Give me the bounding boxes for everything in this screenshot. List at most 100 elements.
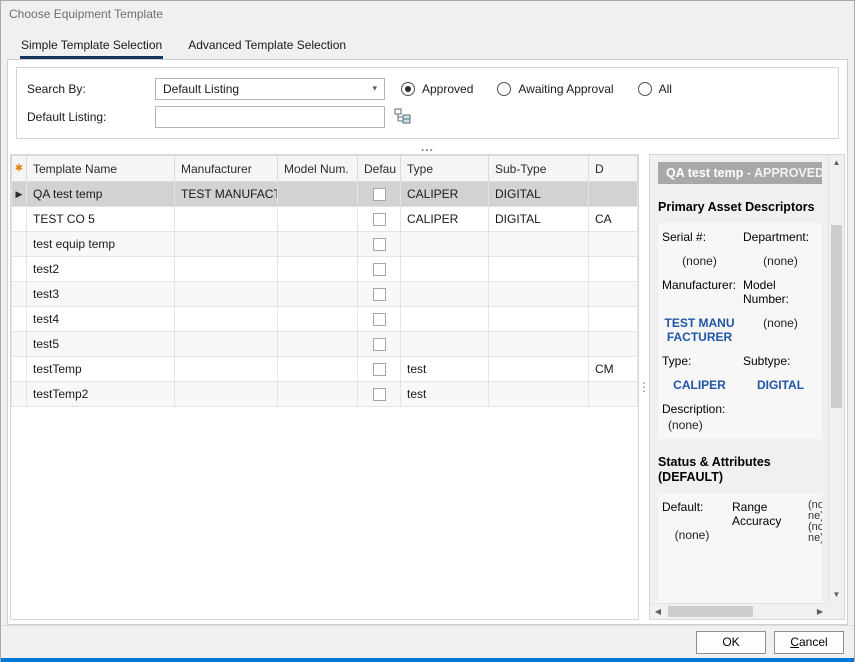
cell-type [401,332,489,357]
chevron-down-icon: ▾ [372,83,377,94]
listing-grid-icon [394,112,411,127]
radio-awaiting-approval[interactable]: Awaiting Approval [497,82,613,96]
cell-template-name: test5 [27,332,175,357]
scroll-right-icon[interactable]: ▶ [812,604,828,620]
radio-unselected-icon [638,82,652,96]
table-row[interactable]: testTemp test CM [12,357,638,382]
tab-advanced-template-selection[interactable]: Advanced Template Selection [178,32,356,59]
cell-description: CA [589,207,638,232]
cell-template-name: testTemp [27,357,175,382]
grid-header-row: ✱ Template Name Manufacturer Model Num. … [12,156,638,182]
department-value: (none) [743,254,818,268]
cell-description [589,282,638,307]
scroll-up-icon[interactable]: ▲ [829,155,845,171]
default-checkbox[interactable] [373,288,386,301]
serial-value: (none) [662,254,737,268]
table-row[interactable]: test equip temp [12,232,638,257]
cell-template-name: test2 [27,257,175,282]
table-row[interactable]: testTemp2 test [12,382,638,407]
choose-equipment-template-dialog: Choose Equipment Template Simple Templat… [0,0,855,662]
horizontal-scroll-thumb[interactable] [668,606,753,617]
table-row[interactable]: ▶ QA test temp TEST MANUFACTURER CALIPER… [12,182,638,207]
column-header-manufacturer[interactable]: Manufacturer [175,156,278,182]
model-number-label: Model Number: [743,278,818,306]
cell-manufacturer [175,207,278,232]
vertical-scroll-track[interactable] [829,171,844,587]
default-checkbox[interactable] [373,188,386,201]
default-checkbox[interactable] [373,238,386,251]
vertical-scroll-thumb[interactable] [831,225,842,408]
cell-manufacturer [175,382,278,407]
table-row[interactable]: TEST CO 5 CALIPER DIGITAL CA [12,207,638,232]
cell-model [278,382,358,407]
tab-bar: Simple Template Selection Advanced Templ… [1,27,854,59]
default-checkbox[interactable] [373,213,386,226]
details-vertical-scrollbar[interactable]: ▲ ▼ [828,155,844,603]
cell-subtype: DIGITAL [489,207,589,232]
cell-description [589,257,638,282]
column-header-default[interactable]: Defau [358,156,401,182]
horizontal-splitter-handle[interactable]: ... [8,139,847,154]
scroll-down-icon[interactable]: ▼ [829,587,845,603]
type-label: Type: [662,354,737,368]
cell-manufacturer [175,332,278,357]
default-listing-label: Default Listing: [27,110,155,124]
status-attributes-heading: Status & Attributes (DEFAULT) [658,455,822,486]
cancel-button[interactable]: Cancel [774,631,844,654]
default-checkbox[interactable] [373,363,386,376]
cell-description [589,307,638,332]
ok-button[interactable]: OK [696,631,766,654]
tab-simple-template-selection[interactable]: Simple Template Selection [11,32,172,59]
table-row[interactable]: test4 [12,307,638,332]
cell-type: CALIPER [401,182,489,207]
cell-subtype [489,357,589,382]
cell-template-name: TEST CO 5 [27,207,175,232]
window-title: Choose Equipment Template [9,7,163,21]
department-label: Department: [743,230,818,244]
default-value: (none) [662,528,722,542]
range-accuracy-label: Range Accuracy [732,500,798,528]
cell-model [278,207,358,232]
cell-model [278,307,358,332]
cell-description [589,382,638,407]
horizontal-scroll-track[interactable] [666,604,812,619]
default-checkbox[interactable] [373,338,386,351]
search-by-value: Default Listing [163,82,239,96]
column-header-template-name[interactable]: Template Name [27,156,175,182]
primary-asset-fields: Serial #: Department: (none) (none) Manu… [658,223,822,439]
cell-model [278,357,358,382]
default-listing-input[interactable] [155,106,385,128]
cell-type [401,257,489,282]
radio-approved[interactable]: Approved [401,82,473,96]
column-header-description[interactable]: D [589,156,638,182]
scroll-left-icon[interactable]: ◀ [650,604,666,620]
column-header-type[interactable]: Type [401,156,489,182]
default-checkbox[interactable] [373,388,386,401]
manufacturer-value: TEST MANUFACTURER [662,316,737,344]
range-accuracy-value: (none)(none) [808,500,822,544]
column-header-model-num[interactable]: Model Num. [278,156,358,182]
cell-model [278,232,358,257]
radio-all[interactable]: All [638,82,672,96]
vertical-splitter-handle[interactable]: ⋮ [639,154,649,620]
subtype-value: DIGITAL [743,378,818,392]
radio-unselected-icon [497,82,511,96]
column-header-sub-type[interactable]: Sub-Type [489,156,589,182]
search-by-dropdown[interactable]: Default Listing ▾ [155,78,385,100]
main-area: ✱ Template Name Manufacturer Model Num. … [8,154,847,624]
default-checkbox[interactable] [373,263,386,276]
manufacturer-label: Manufacturer: [662,278,737,306]
table-row[interactable]: test3 [12,282,638,307]
details-horizontal-scrollbar[interactable]: ◀ ▶ [650,603,828,619]
cell-subtype [489,257,589,282]
cell-subtype [489,382,589,407]
table-row[interactable]: test5 [12,332,638,357]
listing-lookup-button[interactable] [390,106,414,128]
table-row[interactable]: test2 [12,257,638,282]
cell-template-name: test4 [27,307,175,332]
cell-template-name: QA test temp [27,182,175,207]
cell-manufacturer: TEST MANUFACTURER [175,182,278,207]
details-header: QA test temp - APPROVED [658,162,822,184]
default-checkbox[interactable] [373,313,386,326]
cell-type: test [401,357,489,382]
